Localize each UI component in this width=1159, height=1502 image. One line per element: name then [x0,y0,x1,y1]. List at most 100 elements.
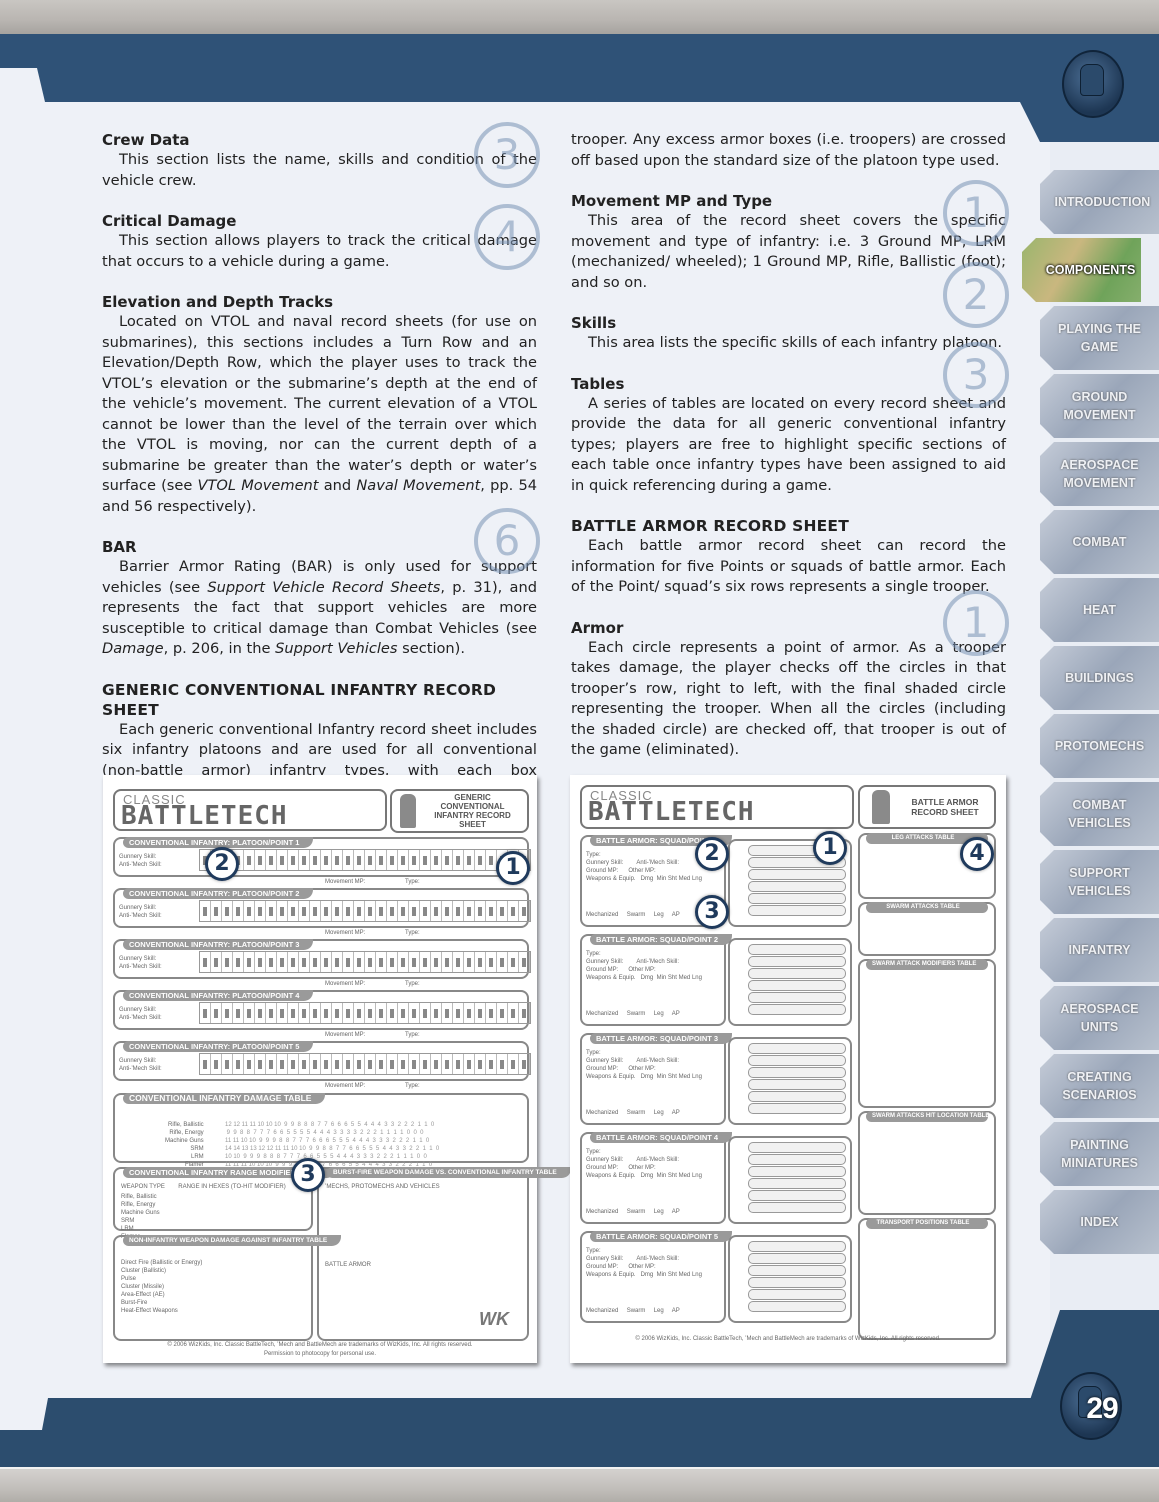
trooper-armor-row [748,980,846,991]
trooper-box [365,850,376,870]
trooper-box [288,1054,299,1074]
trooper-box [475,850,486,870]
armor-tracker [728,1235,852,1323]
nav-tab-aerospace-units[interactable]: Aerospace Units [1040,986,1159,1050]
side-table: TRANSPORT POSITIONS TABLE [858,1218,996,1340]
trooper-box [453,901,464,921]
crew-data-text: This section lists the name, skills and … [102,151,537,189]
trooper-box [211,1003,222,1023]
trooper-box [486,952,497,972]
gunnery-label: Gunnery Skill: [119,956,157,962]
sheet-title-box: GENERIC CONVENTIONAL INFANTRY RECORD SHE… [390,789,529,833]
trooper-armor-row [748,1301,846,1312]
gunnery-label: Gunnery Skill: [119,905,157,911]
continuation-text: trooper. Any excess armor boxes (i.e. tr… [571,131,1006,169]
trooper-box [442,952,453,972]
trooper-box [376,952,387,972]
nav-tab-label: Components [1045,263,1136,277]
skills-heading: Skills [571,314,617,332]
nav-tab-protomechs[interactable]: ProtoMechs [1040,714,1159,778]
nav-tab-painting-miniatures[interactable]: Painting Miniatures [1040,1122,1159,1186]
marker-3-icon: 3 [474,122,540,188]
trooper-box [321,850,332,870]
trooper-box [266,1003,277,1023]
trooper-armor-row [748,1103,846,1114]
nav-tab-aerospace-movement[interactable]: Aerospace Movement [1040,442,1159,506]
trooper-box [475,1054,486,1074]
armor-tracker [728,1136,852,1224]
nav-tab-label: Introduction [1054,195,1151,209]
antimech-label: Anti-’Mech Skill: [119,862,162,868]
trooper-armor-row [748,893,846,904]
nav-tab-label: Creating Scenarios [1062,1070,1137,1102]
nav-tab-combat[interactable]: Combat [1040,510,1159,574]
nav-tab-buildings[interactable]: Buildings [1040,646,1159,710]
trooper-box [376,901,387,921]
nav-tab-heat[interactable]: Heat [1040,578,1159,642]
trooper-box [442,1003,453,1023]
trooper-armor-row [748,1079,846,1090]
nav-tab-ground-movement[interactable]: Ground Movement [1040,374,1159,438]
trooper-box [299,850,310,870]
non-infantry-weapon-table: NON-INFANTRY WEAPON DAMAGE AGAINST INFAN… [113,1235,342,1341]
trooper-box [398,850,409,870]
trooper-box [453,1003,464,1023]
trooper-box [244,952,255,972]
trooper-box [431,1003,442,1023]
nav-tab-label: Buildings [1065,671,1134,685]
nav-tab-components[interactable]: Components [1022,238,1141,302]
platoon-section: CONVENTIONAL INFANTRY: PLATOON/POINT 5 Gu… [113,1041,531,1089]
trooper-box [321,1003,332,1023]
trooper-armor-row [748,1067,846,1078]
nav-tab-infantry[interactable]: Infantry [1040,918,1159,982]
gunnery-label: Gunnery Skill: [119,1058,157,1064]
trooper-box [431,1054,442,1074]
trooper-box [343,1054,354,1074]
callout-1-icon: 1 [496,851,530,885]
trooper-box [497,952,508,972]
armor-tracker [728,938,852,1026]
marker-1-icon: 1 [943,180,1009,246]
elevation-heading: Elevation and Depth Tracks [102,293,334,311]
battle-armor-figure-icon [872,790,890,824]
trooper-box [365,1054,376,1074]
trooper-box [299,1054,310,1074]
trooper-box [321,901,332,921]
trooper-box [332,850,343,870]
nav-tab-index[interactable]: Index [1040,1190,1159,1254]
trooper-box [365,901,376,921]
type-label: Type: [405,981,420,987]
crew-data-heading: Crew Data [102,131,190,149]
trooper-box [508,901,519,921]
trooper-box [409,901,420,921]
burst-fire-table: BURST-FIRE WEAPON DAMAGE VS. CONVENTIONA… [317,1167,571,1341]
trooper-box [255,1054,266,1074]
trooper-box [222,901,233,921]
platoon-section: CONVENTIONAL INFANTRY: PLATOON/POINT 4 Gu… [113,990,531,1038]
trooper-box [431,901,442,921]
nav-tab-playing-the-game[interactable]: Playing the Game [1040,306,1159,370]
tables-text: A series of tables are located on every … [571,394,1006,494]
trooper-box [200,952,211,972]
trooper-box [277,952,288,972]
trooper-armor-row [748,881,846,892]
footer-notch [0,1398,48,1430]
nav-tab-support-vehicles[interactable]: Support Vehicles [1040,850,1159,914]
trooper-box [497,901,508,921]
nav-tab-label: Combat Vehicles [1068,798,1131,830]
squad-section: BATTLE ARMOR: SQUAD/POINT 2 Type: Gunnery… [580,934,733,1026]
trooper-box [464,1054,475,1074]
nav-tab-combat-vehicles[interactable]: Combat Vehicles [1040,782,1159,846]
nav-tab-label: Playing the Game [1058,322,1141,354]
trooper-box [354,952,365,972]
trooper-box [222,1003,233,1023]
infantry-figure-icon [400,794,416,828]
trooper-box [222,1054,233,1074]
critical-damage-text: This section allows players to track the… [102,232,537,270]
nav-tab-introduction[interactable]: Introduction [1040,170,1159,234]
trooper-box [288,850,299,870]
trooper-box [519,1003,530,1023]
nav-tab-creating-scenarios[interactable]: Creating Scenarios [1040,1054,1159,1118]
trooper-boxes [199,1053,531,1075]
trooper-box [475,1003,486,1023]
